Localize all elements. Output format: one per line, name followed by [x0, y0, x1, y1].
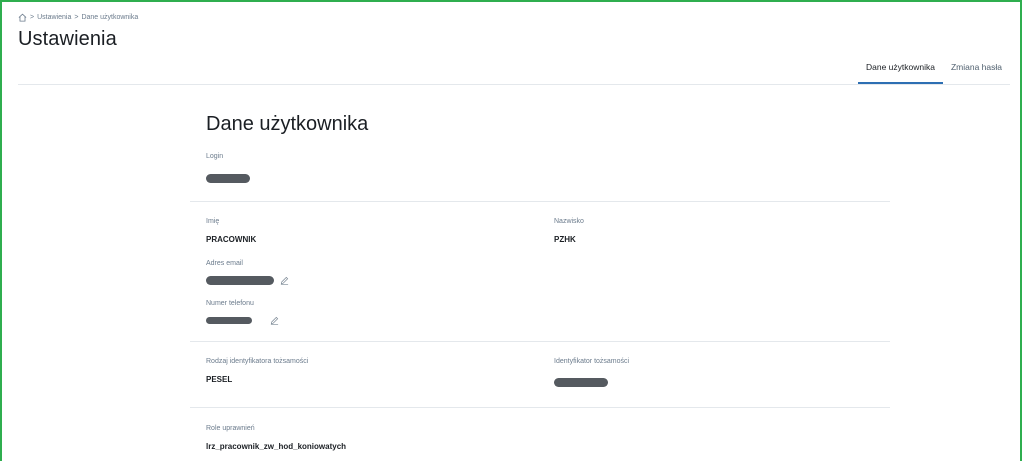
id-number-value: [554, 374, 629, 392]
section-title: Dane użytkownika: [206, 113, 369, 135]
pencil-icon[interactable]: [280, 276, 289, 285]
first-name-field: Imię PRACOWNIK: [206, 218, 256, 244]
last-name-field: Nazwisko PZHK: [554, 218, 584, 244]
email-field: Adres email: [206, 260, 289, 285]
first-name-value: PRACOWNIK: [206, 235, 257, 244]
email-value: [206, 276, 289, 285]
page-title: Ustawienia: [18, 28, 117, 50]
pencil-icon[interactable]: [270, 316, 279, 325]
id-type-value: PESEL: [206, 375, 233, 384]
tab-bar: Dane użytkownika Zmiana hasła: [857, 62, 1010, 84]
id-number-field: Identyfikator tożsamości: [554, 358, 629, 392]
phone-field: Numer telefonu: [206, 300, 279, 325]
redacted-value: [206, 276, 274, 285]
last-name-value: PZHK: [554, 235, 576, 244]
divider: [190, 201, 890, 202]
phone-value: [206, 316, 279, 325]
roles-value: lrz_pracownik_zw_hod_koniowatych: [206, 442, 347, 451]
roles-field: Role uprawnień lrz_pracownik_zw_hod_koni…: [206, 425, 346, 451]
tab-user-data[interactable]: Dane użytkownika: [857, 62, 943, 84]
login-value: [206, 170, 250, 188]
redacted-value: [554, 378, 608, 387]
email-label: Adres email: [206, 260, 243, 267]
login-field: Login: [206, 153, 250, 188]
phone-label: Numer telefonu: [206, 300, 254, 307]
divider: [190, 407, 890, 408]
id-type-field: Rodzaj identyfikatora tożsamości PESEL: [206, 358, 308, 384]
roles-label: Role uprawnień: [206, 425, 255, 432]
divider: [190, 341, 890, 342]
redacted-value: [206, 174, 250, 183]
id-type-label: Rodzaj identyfikatora tożsamości: [206, 358, 309, 365]
first-name-label: Imię: [206, 218, 220, 225]
login-label: Login: [206, 153, 224, 160]
breadcrumb-item-user-data: Dane użytkownika: [81, 14, 139, 21]
home-icon[interactable]: [18, 13, 27, 22]
header-divider: [18, 84, 1010, 85]
breadcrumb-separator: >: [74, 14, 79, 21]
last-name-label: Nazwisko: [554, 218, 584, 225]
tab-change-password[interactable]: Zmiana hasła: [943, 62, 1010, 84]
redacted-value: [206, 317, 252, 324]
breadcrumb: > Ustawienia > Dane użytkownika: [18, 13, 138, 22]
breadcrumb-separator: >: [30, 14, 35, 21]
id-number-label: Identyfikator tożsamości: [554, 358, 630, 365]
app-frame: > Ustawienia > Dane użytkownika Ustawien…: [0, 0, 1022, 461]
breadcrumb-item-settings[interactable]: Ustawienia: [37, 14, 71, 21]
